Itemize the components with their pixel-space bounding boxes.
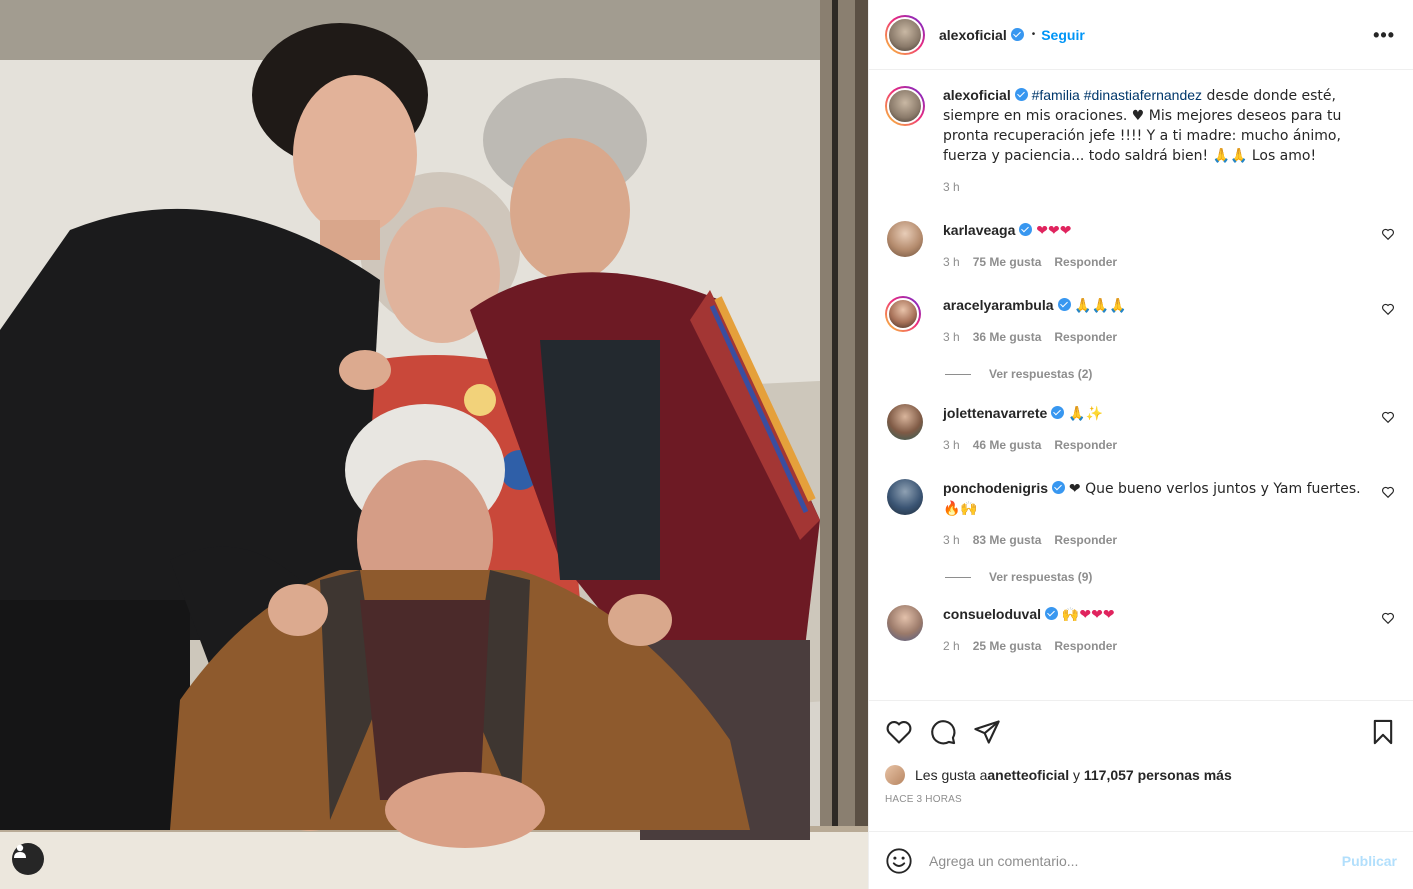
- like-comment-heart-icon[interactable]: [1381, 485, 1395, 499]
- view-replies-button[interactable]: Ver respuestas (9): [945, 570, 1397, 584]
- view-replies-label: Ver respuestas (2): [989, 367, 1093, 381]
- heart-icon[interactable]: [885, 718, 913, 746]
- like-comment-heart-icon[interactable]: [1381, 227, 1395, 241]
- comment-meta: 3 h 75 Me gusta Responder: [943, 253, 1371, 272]
- likes-prefix: Les gusta a: [915, 767, 988, 783]
- view-replies-button[interactable]: Ver respuestas (2): [945, 367, 1397, 381]
- liker-username[interactable]: anetteoficial: [987, 767, 1069, 783]
- likes-summary[interactable]: Les gusta a anetteoficial y 117,057 pers…: [869, 762, 1413, 788]
- replies-line: [945, 576, 971, 578]
- comment-time: 3 h: [943, 255, 960, 269]
- comment-text: 🙌❤❤❤: [1061, 607, 1115, 623]
- verified-badge-icon: [1019, 223, 1033, 236]
- separator-dot: •: [1031, 29, 1036, 40]
- like-comment-heart-icon[interactable]: [1381, 410, 1395, 424]
- comment-item: karlaveaga ❤❤❤ 3 h 75 Me gusta Responder: [885, 221, 1397, 272]
- hashtag-link[interactable]: #familia: [1032, 87, 1080, 103]
- verified-badge-icon: [1057, 298, 1071, 311]
- comment-likes[interactable]: 46 Me gusta: [973, 436, 1042, 455]
- commenter-avatar[interactable]: [885, 296, 921, 332]
- comment-input[interactable]: [929, 852, 1342, 869]
- likes-count[interactable]: 117,057 personas más: [1084, 767, 1232, 783]
- verified-badge-icon: [1052, 481, 1065, 494]
- person-glyph: [14, 844, 26, 858]
- share-icon[interactable]: [973, 718, 1001, 746]
- caption: alexoficial #familia #dinastiafernandez …: [885, 86, 1397, 197]
- more-options-icon[interactable]: •••: [1373, 26, 1395, 44]
- comment-likes[interactable]: 83 Me gusta: [973, 531, 1042, 550]
- hashtag-link[interactable]: #dinastiafernandez: [1084, 87, 1202, 103]
- comment-meta: 3 h 36 Me gusta Responder: [943, 328, 1371, 347]
- post-header: alexoficial • Seguir •••: [869, 0, 1413, 70]
- comment-time: 3 h: [943, 330, 960, 344]
- instagram-post: alexoficial • Seguir ••• alexoficial #fa…: [0, 0, 1413, 889]
- reply-button[interactable]: Responder: [1054, 253, 1117, 272]
- comment-text: ❤❤❤: [1036, 223, 1072, 239]
- author-username[interactable]: alexoficial: [939, 27, 1007, 43]
- post-actions: [869, 700, 1413, 762]
- comment-likes[interactable]: 25 Me gusta: [973, 637, 1042, 656]
- like-comment-heart-icon[interactable]: [1381, 302, 1395, 316]
- reply-button[interactable]: Responder: [1054, 637, 1117, 656]
- commenter-username[interactable]: jolettenavarrete: [943, 405, 1047, 421]
- likes-middle: y: [1069, 767, 1084, 783]
- comment-item: consueloduval 🙌❤❤❤ 2 h 25 Me gusta Respo…: [885, 605, 1397, 656]
- comment-likes[interactable]: 75 Me gusta: [973, 253, 1042, 272]
- comment-meta: 3 h 83 Me gusta Responder: [943, 531, 1371, 550]
- verified-badge-icon: [1010, 28, 1024, 41]
- emoji-icon[interactable]: [885, 847, 913, 875]
- comment-time: 3 h: [943, 533, 960, 547]
- post-side-panel: alexoficial • Seguir ••• alexoficial #fa…: [868, 0, 1413, 889]
- comment-composer: Publicar: [869, 831, 1413, 889]
- user-tag-icon[interactable]: [12, 843, 44, 875]
- comment-item: ponchodenigris ❤ Que bueno verlos juntos…: [885, 479, 1397, 550]
- caption-meta: 3 h: [943, 178, 1383, 197]
- comment-time: 3 h: [943, 438, 960, 452]
- photo-illustration: [0, 0, 868, 889]
- post-timestamp: HACE 3 HORAS: [885, 794, 962, 805]
- comment-meta: 2 h 25 Me gusta Responder: [943, 637, 1371, 656]
- comment-meta: 3 h 46 Me gusta Responder: [943, 436, 1371, 455]
- commenter-username[interactable]: consueloduval: [943, 606, 1041, 622]
- verified-badge-icon: [1051, 406, 1065, 419]
- publish-button[interactable]: Publicar: [1342, 853, 1397, 869]
- caption-avatar[interactable]: [885, 86, 925, 126]
- reply-button[interactable]: Responder: [1054, 328, 1117, 347]
- comment-item: jolettenavarrete 🙏✨ 3 h 46 Me gusta Resp…: [885, 404, 1397, 455]
- comment-item: aracelyarambula 🙏🙏🙏 3 h 36 Me gusta Resp…: [885, 296, 1397, 347]
- comment-time: 2 h: [943, 639, 960, 653]
- bookmark-icon[interactable]: [1369, 718, 1397, 746]
- replies-line: [945, 373, 971, 375]
- commenter-avatar[interactable]: [887, 605, 923, 641]
- author-avatar[interactable]: [885, 14, 925, 55]
- view-replies-label: Ver respuestas (9): [989, 570, 1093, 584]
- commenter-username[interactable]: karlaveaga: [943, 222, 1015, 238]
- comment-text: 🙏🙏🙏: [1074, 298, 1127, 314]
- reply-button[interactable]: Responder: [1054, 531, 1117, 550]
- liker-avatar: [885, 765, 905, 785]
- comment-text: 🙏✨: [1068, 406, 1104, 422]
- like-comment-heart-icon[interactable]: [1381, 611, 1395, 625]
- commenter-avatar[interactable]: [887, 404, 923, 440]
- commenter-username[interactable]: aracelyarambula: [943, 297, 1054, 313]
- verified-badge-icon: [1014, 88, 1028, 101]
- caption-time: 3 h: [943, 180, 960, 194]
- caption-username[interactable]: alexoficial: [943, 87, 1011, 103]
- follow-button[interactable]: Seguir: [1041, 27, 1085, 43]
- verified-badge-icon: [1045, 607, 1059, 620]
- reply-button[interactable]: Responder: [1054, 436, 1117, 455]
- comment-icon[interactable]: [929, 718, 957, 746]
- comment-likes[interactable]: 36 Me gusta: [973, 328, 1042, 347]
- commenter-username[interactable]: ponchodenigris: [943, 480, 1048, 496]
- commenter-avatar[interactable]: [887, 221, 923, 257]
- post-photo[interactable]: [0, 0, 868, 889]
- comments-list[interactable]: alexoficial #familia #dinastiafernandez …: [869, 70, 1413, 700]
- commenter-avatar[interactable]: [887, 479, 923, 515]
